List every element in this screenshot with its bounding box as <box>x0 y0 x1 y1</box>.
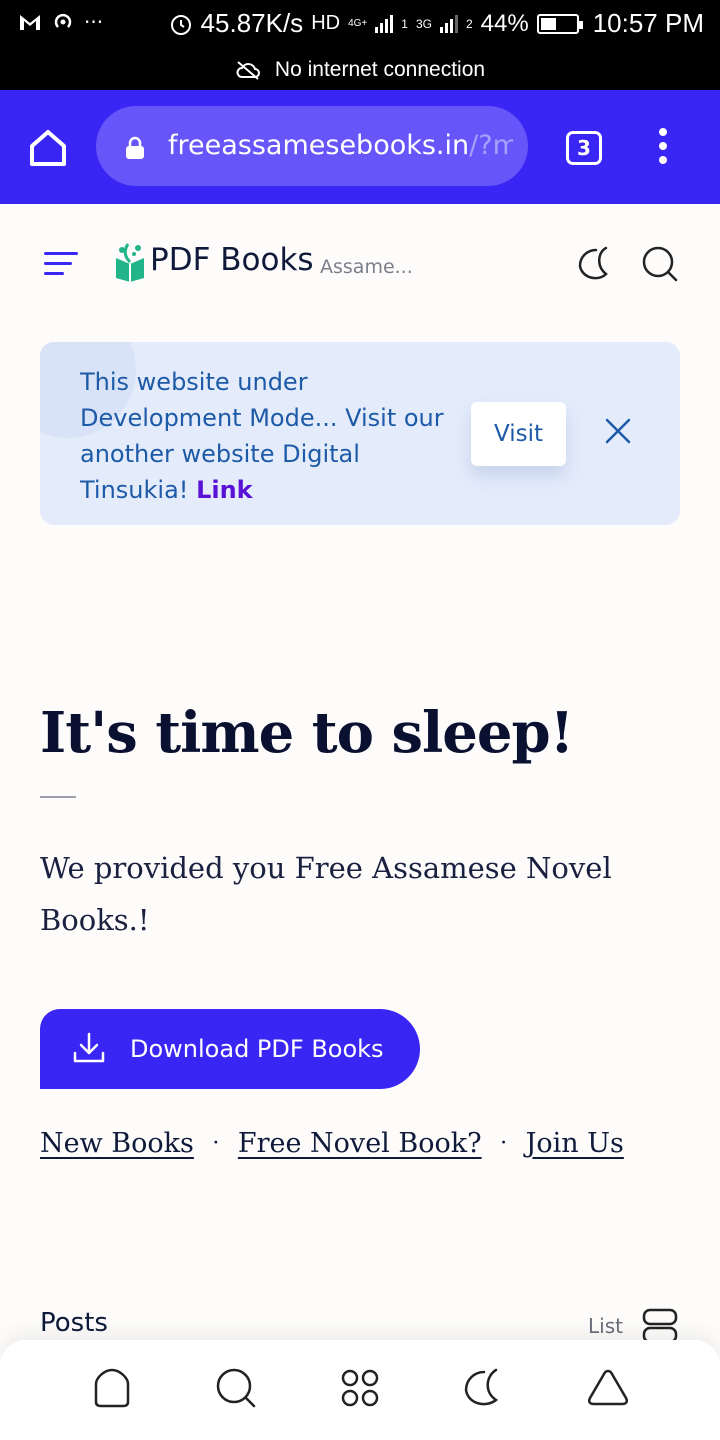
quick-links: New Books · Free Novel Book? · Join Us <box>40 1128 624 1159</box>
link-separator: · <box>500 1131 508 1156</box>
moon-icon <box>462 1366 506 1410</box>
alarm-icon <box>169 12 193 36</box>
list-view-toggle[interactable] <box>642 1308 678 1344</box>
download-icon <box>72 1031 106 1065</box>
browser-menu-button[interactable] <box>650 128 676 168</box>
hd-label: HD <box>311 12 341 34</box>
cloud-off-icon <box>235 60 261 80</box>
link-free-novel-book[interactable]: Free Novel Book? <box>238 1128 482 1159</box>
url-path: /?m <box>469 130 513 161</box>
hero-title: It's time to sleep! <box>40 700 574 766</box>
tab-switcher-button[interactable]: 3 <box>566 131 602 165</box>
search-icon <box>640 244 680 284</box>
home-icon <box>90 1366 134 1410</box>
sim1-label: 1 <box>401 16 408 31</box>
status-bar: ··· 45.87K/s HD 4G+ 1 3G 2 44% 10:57 PM … <box>0 0 720 90</box>
notice-text: This website under Development Mode... V… <box>80 364 470 508</box>
gmail-icon <box>18 12 42 32</box>
battery-icon <box>536 13 583 34</box>
nav-categories-button[interactable] <box>338 1366 382 1410</box>
url-domain: freeassamesebooks.in <box>168 130 470 161</box>
lock-icon <box>124 136 146 160</box>
download-label: Download PDF Books <box>130 1035 384 1063</box>
view-mode-label: List <box>588 1314 623 1338</box>
battery-percent: 44% <box>480 9 529 37</box>
nav-search-button[interactable] <box>214 1366 258 1410</box>
hotspot-icon <box>52 11 74 33</box>
nav-dark-mode-button[interactable] <box>462 1366 506 1410</box>
bottom-nav <box>0 1340 720 1440</box>
download-pdf-books-button[interactable]: Download PDF Books <box>40 1009 420 1089</box>
connection-notice-text: No internet connection <box>274 58 486 81</box>
close-icon <box>603 416 633 446</box>
clock: 10:57 PM <box>592 8 704 38</box>
visit-button[interactable]: Visit <box>471 402 566 466</box>
address-bar[interactable]: freeassamesebooks.in/?m <box>96 106 528 186</box>
hero-description: We provided you Free Assamese Novel Book… <box>40 851 612 937</box>
search-icon <box>214 1366 258 1410</box>
triangle-icon <box>586 1366 630 1410</box>
browser-home-button[interactable] <box>26 126 70 170</box>
signal-icon-2 <box>439 14 458 33</box>
more-notifications-icon: ··· <box>84 10 104 34</box>
posts-heading: Posts <box>40 1308 108 1338</box>
close-notice-button[interactable] <box>603 416 633 446</box>
site-brand[interactable]: PDF Books <box>150 242 314 278</box>
menu-icon[interactable] <box>44 252 78 278</box>
connection-notice: No internet connection <box>0 54 720 86</box>
search-button[interactable] <box>640 244 680 284</box>
grid-icon <box>338 1366 382 1410</box>
url-text: freeassamesebooks.in/?m <box>168 130 513 161</box>
link-join-us[interactable]: Join Us <box>526 1128 624 1159</box>
dark-mode-toggle[interactable] <box>576 244 616 284</box>
signal-icon-1 <box>375 14 394 33</box>
link-separator: · <box>212 1131 220 1156</box>
nav-home-button[interactable] <box>90 1366 134 1410</box>
book-logo-icon[interactable] <box>114 240 146 282</box>
site-header: PDF Books Assame... <box>0 204 720 322</box>
nav-top-button[interactable] <box>586 1366 630 1410</box>
site-tagline: Assame... <box>320 256 413 278</box>
notice-message: This website under Development Mode... V… <box>80 368 444 504</box>
development-notice: This website under Development Mode... V… <box>40 342 680 525</box>
notice-link[interactable]: Link <box>196 476 253 504</box>
hero-divider <box>40 796 76 798</box>
network-4g-label: 4G+ <box>348 18 368 29</box>
browser-toolbar: freeassamesebooks.in/?m 3 <box>0 90 720 204</box>
list-icon <box>642 1308 678 1344</box>
network-3g-label: 3G <box>415 16 432 31</box>
net-speed: 45.87K/s <box>200 8 304 38</box>
moon-icon <box>576 244 616 284</box>
sim2-label: 2 <box>465 16 473 31</box>
link-new-books[interactable]: New Books <box>40 1128 194 1159</box>
